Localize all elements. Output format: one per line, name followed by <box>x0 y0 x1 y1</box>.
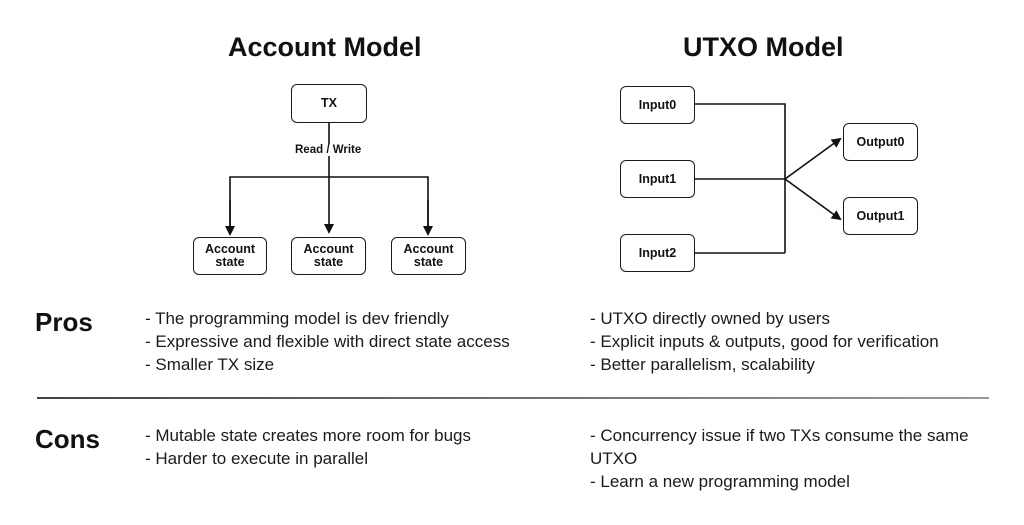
account-state-line: Account <box>403 242 454 256</box>
account-state-line: state <box>413 255 444 269</box>
utxo-cons-list: - Concurrency issue if two TXs consume t… <box>590 424 980 493</box>
utxo-pros-list: - UTXO directly owned by users - Explici… <box>590 307 939 376</box>
account-pros-list: - The programming model is dev friendly … <box>145 307 510 376</box>
pros-label: Pros <box>35 307 93 337</box>
read-write-label: Read / Write <box>293 144 364 156</box>
tx-box: TX <box>291 84 367 123</box>
cons-label: Cons <box>35 424 100 454</box>
account-state-line: state <box>215 255 245 269</box>
output1-label: Output1 <box>856 208 905 223</box>
account-state-line: state <box>313 255 344 269</box>
list-item: - Better parallelism, scalability <box>590 355 815 374</box>
account-cons-list: - Mutable state creates more room for bu… <box>145 424 471 470</box>
list-item: - Explicit inputs & outputs, good for ve… <box>590 332 939 351</box>
list-item: - UTXO directly owned by users <box>590 309 830 328</box>
account-state-box: Account state <box>291 237 366 275</box>
account-state-box: Account state <box>193 237 267 275</box>
input1-box: Input1 <box>620 160 695 198</box>
output0-label: Output0 <box>856 134 905 149</box>
output0-box: Output0 <box>843 123 918 161</box>
account-state-line: Account <box>205 242 255 256</box>
list-item: - Learn a new programming model <box>590 472 850 491</box>
account-state-line: Account <box>303 242 354 256</box>
tx-label: TX <box>321 96 337 110</box>
output1-box: Output1 <box>843 197 918 235</box>
list-item: - Smaller TX size <box>145 355 275 374</box>
section-divider <box>37 397 989 399</box>
list-item: - Concurrency issue if two TXs consume t… <box>590 426 969 468</box>
input2-label: Input2 <box>638 245 677 260</box>
input1-label: Input1 <box>638 171 677 186</box>
list-item: - Expressive and flexible with direct st… <box>145 332 510 351</box>
list-item: - The programming model is dev friendly <box>145 309 449 328</box>
account-state-box: Account state <box>391 237 466 275</box>
input0-box: Input0 <box>620 86 695 124</box>
input0-label: Input0 <box>638 97 677 112</box>
list-item: - Mutable state creates more room for bu… <box>145 426 471 445</box>
arrow-to-output1 <box>784 178 842 221</box>
list-item: - Harder to execute in parallel <box>145 449 369 468</box>
input2-box: Input2 <box>620 234 695 272</box>
arrow-to-output0 <box>784 137 842 180</box>
